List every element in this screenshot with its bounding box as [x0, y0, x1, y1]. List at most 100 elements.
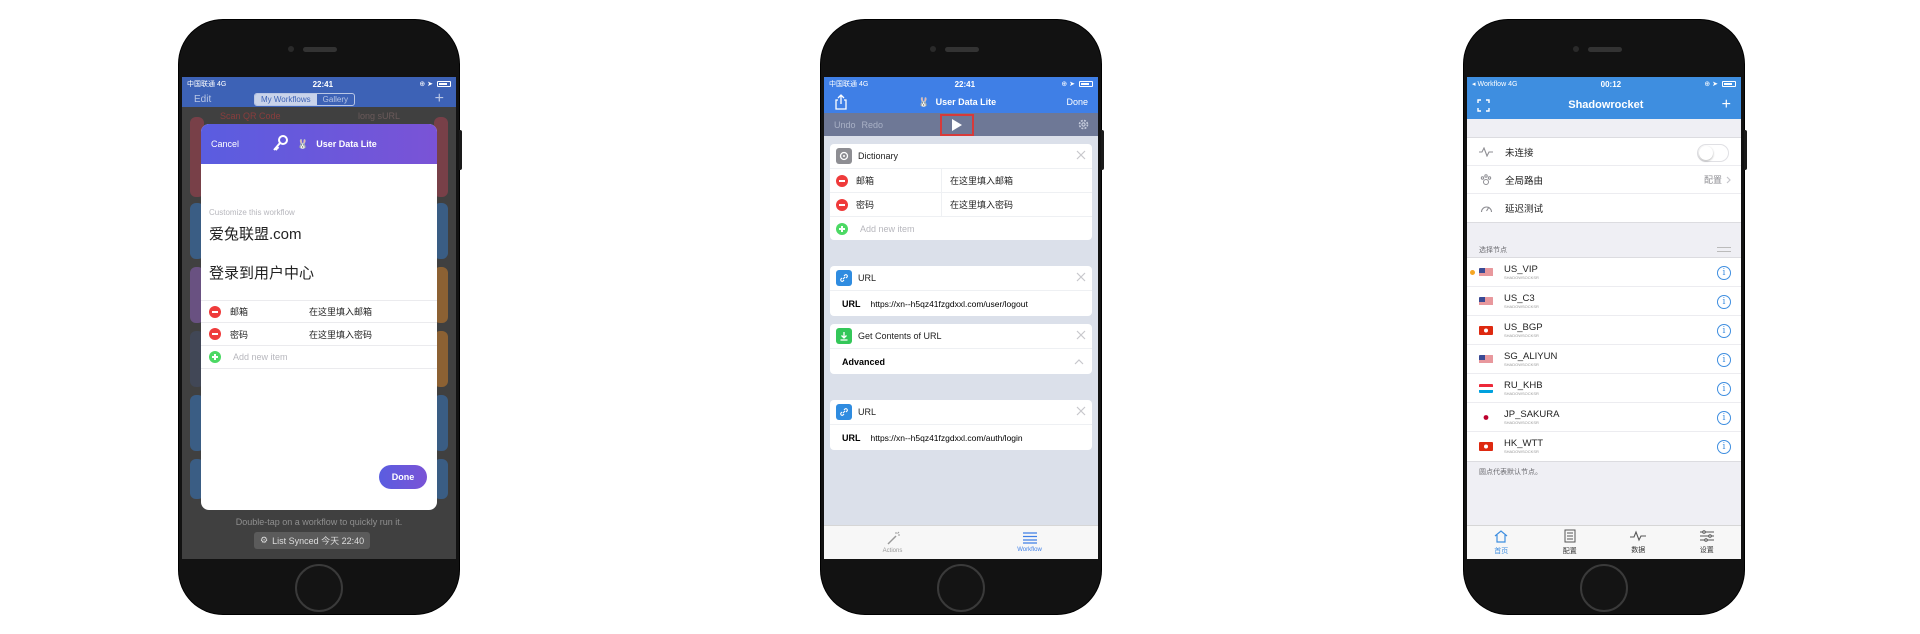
info-icon[interactable]: i [1717, 353, 1731, 367]
add-item-row[interactable]: Add new item [201, 346, 437, 369]
share-icon[interactable] [834, 94, 848, 110]
chevron-right-icon [1726, 176, 1731, 184]
modal-title: User Data Lite [316, 139, 377, 149]
hint-text: Double-tap on a workflow to quickly run … [235, 517, 403, 527]
info-icon[interactable]: i [1717, 266, 1731, 280]
url-action[interactable]: URL URL https://xn--h5qz41fzgdxxl.com/us… [830, 266, 1092, 316]
dict-row[interactable]: 密码 在这里填入密码 [201, 323, 437, 346]
bunny-icon: 🐰 [918, 96, 930, 107]
tab-my-workflows[interactable]: My Workflows [255, 94, 317, 105]
close-icon[interactable] [1076, 272, 1086, 282]
info-icon[interactable]: i [1717, 411, 1731, 425]
shadowrocket-screen: ◂ Workflow 4G 00:12 ⊕ ➤ Shadowrocket + 未… [1467, 77, 1741, 559]
scan-icon[interactable] [1477, 98, 1490, 112]
node-row[interactable]: JP_SAKURA SHADOWSOCKSR i [1467, 403, 1741, 432]
close-icon[interactable] [1076, 330, 1086, 340]
bunny-icon: 🐰 [297, 138, 309, 149]
home-button[interactable] [937, 564, 985, 612]
info-icon[interactable]: i [1717, 440, 1731, 454]
add-icon[interactable] [209, 351, 221, 363]
modal-header: Cancel 🐰 User Data Lite [201, 124, 437, 164]
remove-icon[interactable] [209, 328, 221, 340]
node-row[interactable]: RU_KHB SHADOWSOCKSR i [1467, 374, 1741, 403]
add-icon[interactable] [836, 222, 848, 235]
tab-bar: 首页 配置 数据 设置 [1467, 525, 1741, 559]
tab-workflow[interactable]: Workflow [961, 526, 1098, 559]
latency-test-row[interactable]: 延迟测试 [1467, 194, 1741, 222]
connect-row[interactable]: 未连接 [1467, 138, 1741, 166]
customize-text-2[interactable]: 登录到用户中心 [209, 262, 429, 283]
dictionary-editor: 邮箱 在这里填入邮箱 密码 在这里填入密码 Add new item [201, 300, 437, 369]
node-row[interactable]: US_C3 SHADOWSOCKSR i [1467, 287, 1741, 316]
phone-2: 中国联通 4G 22:41 ⊕ ➤ 🐰 User Data Lite Done … [821, 20, 1104, 614]
home-button[interactable] [1580, 564, 1628, 612]
tab-home[interactable]: 首页 [1467, 526, 1536, 559]
close-icon[interactable] [1076, 150, 1086, 160]
tab-actions[interactable]: Actions [824, 526, 961, 559]
cancel-button[interactable]: Cancel [211, 139, 239, 149]
node-row[interactable]: US_VIP SHADOWSOCKSR i [1467, 258, 1741, 287]
edit-button[interactable]: Edit [194, 94, 211, 105]
redo-button[interactable]: Redo [862, 120, 884, 130]
info-icon[interactable]: i [1717, 295, 1731, 309]
reorder-icon[interactable] [1717, 247, 1731, 252]
vpn-toggle[interactable] [1697, 144, 1729, 162]
battery-icon [1721, 81, 1736, 88]
customize-text-1[interactable]: 爱兔联盟.com [209, 223, 429, 244]
dict-row[interactable]: 邮箱 在这里填入邮箱 [830, 168, 1092, 192]
editor-toolbar: Undo Redo [824, 113, 1098, 136]
customize-modal: Cancel 🐰 User Data Lite Customize this w… [201, 124, 437, 510]
route-row[interactable]: 全局路由 配置 [1467, 166, 1741, 194]
action-title: URL [858, 273, 877, 283]
node-row[interactable]: US_BGP SHADOWSOCKSR i [1467, 316, 1741, 345]
close-icon[interactable] [1076, 406, 1086, 416]
status-time: 22:41 [954, 79, 976, 89]
download-icon [836, 328, 852, 344]
undo-button[interactable]: Undo [834, 120, 856, 130]
done-button[interactable]: Done [1066, 97, 1088, 107]
url-field[interactable]: URL https://xn--h5qz41fzgdxxl.com/user/l… [830, 290, 1092, 316]
phone-3: ◂ Workflow 4G 00:12 ⊕ ➤ Shadowrocket + 未… [1464, 20, 1747, 614]
tab-data[interactable]: 数据 [1604, 526, 1673, 559]
gear-icon: ⚙ [260, 535, 269, 545]
node-name: HK_WTT [1504, 438, 1544, 449]
home-button[interactable] [295, 564, 343, 612]
url-field[interactable]: URL https://xn--h5qz41fzgdxxl.com/auth/l… [830, 424, 1092, 450]
tab-gallery[interactable]: Gallery [317, 94, 354, 105]
action-title: Dictionary [858, 151, 899, 161]
workflow-title[interactable]: User Data Lite [936, 97, 997, 107]
tab-settings[interactable]: 设置 [1673, 526, 1742, 559]
node-name: US_C3 [1504, 292, 1535, 304]
run-button[interactable] [940, 114, 974, 136]
play-icon [951, 118, 963, 132]
node-row[interactable]: HK_WTT SHADOWSOCKSR i [1467, 432, 1741, 461]
nav-bar: 🐰 User Data Lite Done [824, 91, 1098, 113]
add-button[interactable]: + [1722, 96, 1731, 114]
dict-row[interactable]: 邮箱 在这里填入邮箱 [201, 300, 437, 323]
action-title: URL [858, 407, 877, 417]
info-icon[interactable]: i [1717, 382, 1731, 396]
flag-us-icon [1479, 267, 1493, 277]
add-item-row[interactable]: Add new item [830, 216, 1092, 240]
remove-icon[interactable] [836, 198, 848, 211]
dict-row[interactable]: 密码 在这里填入密码 [830, 192, 1092, 216]
remove-icon[interactable] [836, 174, 848, 187]
node-protocol: SHADOWSOCKSR [1504, 419, 1539, 425]
connection-settings: 未连接 全局路由 配置 延迟测试 [1467, 137, 1741, 223]
remove-icon[interactable] [209, 305, 221, 318]
status-bar: 中国联通 4G 22:41 ⊕ ➤ [824, 77, 1098, 91]
advanced-toggle[interactable]: Advanced [830, 348, 1092, 374]
dictionary-action[interactable]: Dictionary 邮箱 在这里填入邮箱 密码 在这里填入密码 Add new… [830, 144, 1092, 240]
get-contents-action[interactable]: Get Contents of URL Advanced [830, 324, 1092, 374]
tab-config[interactable]: 配置 [1536, 526, 1605, 559]
node-protocol: SHADOWSOCKSR [1504, 449, 1539, 454]
info-icon[interactable]: i [1717, 324, 1731, 338]
node-row[interactable]: SG_ALIYUN SHADOWSOCKSR i [1467, 345, 1741, 374]
settings-gear-icon[interactable] [1077, 118, 1090, 131]
flag-hk-icon [1479, 442, 1493, 451]
node-protocol: SHADOWSOCKSR [1504, 274, 1539, 280]
magic-wand-icon [885, 531, 901, 545]
url-action[interactable]: URL URL https://xn--h5qz41fzgdxxl.com/au… [830, 400, 1092, 450]
add-button[interactable]: + [435, 90, 444, 108]
done-button[interactable]: Done [379, 465, 427, 489]
